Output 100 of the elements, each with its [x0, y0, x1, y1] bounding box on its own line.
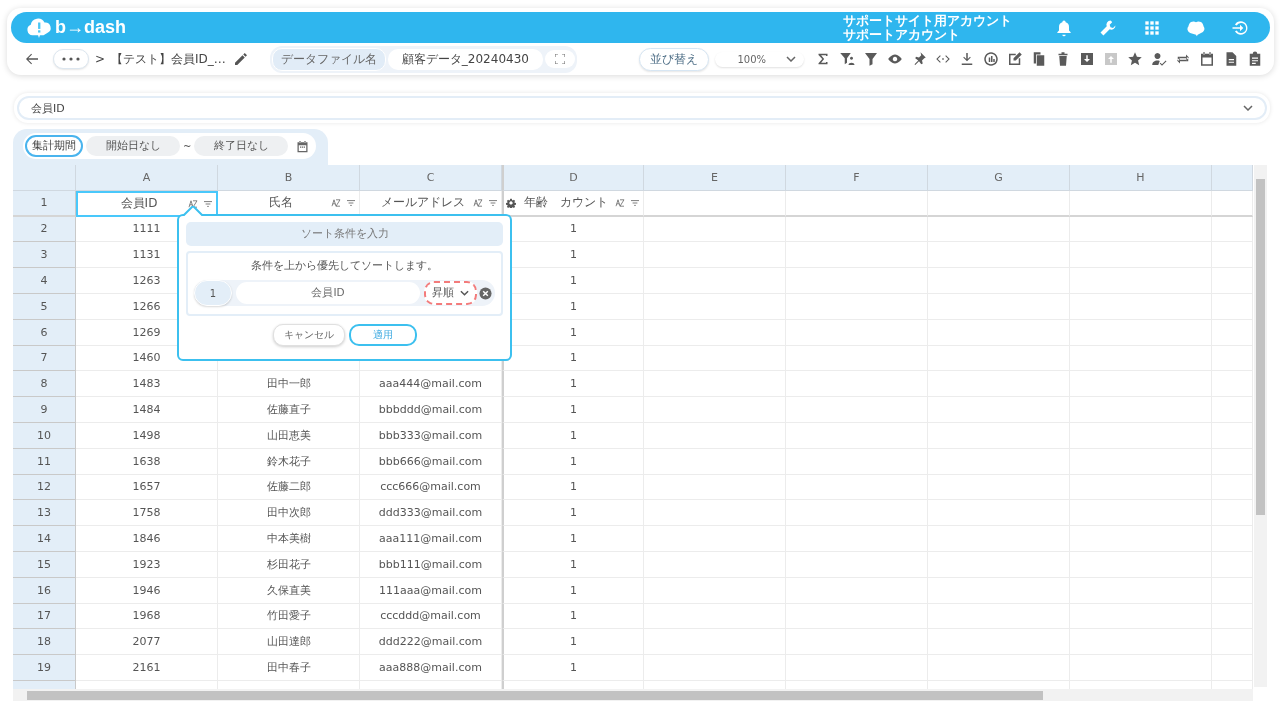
priority-number: 1 [194, 280, 232, 306]
table-cell: 山田恵美 [218, 422, 360, 449]
table-cell: 久保直美 [218, 577, 360, 604]
column-letter[interactable]: F [786, 165, 928, 191]
empty-cell[interactable] [928, 190, 1070, 217]
row-number: 1 [13, 190, 76, 217]
file-name-field[interactable]: 顧客データ_20240430 [387, 48, 543, 70]
fullscreen-button[interactable] [544, 50, 575, 68]
horizontal-scrollbar[interactable] [13, 689, 1253, 701]
field-select[interactable]: 会員ID [17, 96, 1267, 120]
calendar-icon[interactable] [1198, 50, 1216, 68]
column-header-text: 年齢 カウント [522, 194, 609, 212]
table-cell: 2077 [76, 629, 218, 656]
table-cell: aaa111@mail.com [360, 526, 502, 552]
row-number: 17 [13, 603, 76, 630]
start-date-field[interactable]: 開始日なし [86, 136, 180, 156]
chevron-down-icon [786, 56, 796, 62]
vertical-scrollbar[interactable] [1254, 165, 1267, 687]
row-number: 8 [13, 371, 76, 398]
empty-cell[interactable] [1070, 216, 1212, 243]
table-cell: 1 [502, 526, 644, 552]
row-number: 16 [13, 577, 76, 604]
dialog-description: 条件を上から優先してソートします。 [250, 259, 439, 273]
table-cell: 中本美樹 [218, 526, 360, 552]
empty-cell[interactable] [786, 190, 928, 217]
table-cell: bbb666@mail.com [360, 448, 502, 475]
empty-cell[interactable] [644, 216, 786, 243]
filter-icon[interactable] [862, 50, 880, 68]
row-number: 3 [13, 242, 76, 269]
order-select[interactable]: 昇順 [424, 281, 477, 305]
calendar-icon[interactable] [295, 138, 311, 154]
table-cell: 2161 [76, 655, 218, 681]
archive-download-icon[interactable] [1078, 50, 1096, 68]
cancel-button[interactable]: キャンセル [272, 324, 345, 346]
empty-cell[interactable] [644, 190, 786, 217]
user-check-icon[interactable] [1150, 50, 1168, 68]
sort-az-icon[interactable] [473, 198, 483, 207]
filter-lines-icon[interactable] [630, 198, 640, 207]
more-dots-icon [62, 57, 80, 61]
column-letter[interactable]: H [1070, 165, 1212, 191]
row-number: 7 [13, 345, 76, 372]
breadcrumb-separator: > [95, 52, 106, 66]
zoom-select[interactable]: 100% [715, 51, 804, 67]
empty-cell[interactable] [786, 216, 928, 243]
table-cell: 1923 [76, 551, 218, 578]
table-cell: bbb333@mail.com [360, 422, 502, 449]
more-button[interactable] [53, 49, 89, 69]
table-cell: 1946 [76, 577, 218, 604]
empty-cell[interactable] [928, 216, 1070, 243]
sort-field-select[interactable]: 会員ID [236, 282, 420, 304]
row-number: 13 [13, 500, 76, 527]
filter-person-icon[interactable] [838, 50, 856, 68]
gear-icon[interactable] [506, 197, 516, 208]
table-cell: 1 [502, 603, 644, 630]
column-letter[interactable]: C [360, 165, 502, 191]
table-cell: 1484 [76, 397, 218, 423]
table-cell: 佐藤二郎 [218, 474, 360, 501]
table-cell: 1 [502, 397, 644, 423]
table-cell: bbbddd@mail.com [360, 397, 502, 423]
empty-cell[interactable] [1070, 190, 1212, 217]
row-number: 15 [13, 551, 76, 578]
table-cell: ddd333@mail.com [360, 500, 502, 527]
breadcrumb-title[interactable]: 【テスト】会員ID_… [111, 50, 226, 68]
edit-icon[interactable] [1006, 50, 1024, 68]
archive-upload-icon[interactable] [1102, 50, 1120, 68]
table-cell: 111aaa@mail.com [360, 577, 502, 604]
table-cell: 佐藤直子 [218, 397, 360, 423]
column-letter[interactable]: D [502, 165, 644, 191]
table-cell: 1 [502, 422, 644, 449]
table-cell: 1 [502, 655, 644, 681]
remove-icon[interactable] [479, 286, 492, 300]
corner-cell[interactable] [13, 165, 76, 191]
column-header-text: 氏名 [267, 194, 294, 212]
column-letter[interactable]: B [218, 165, 360, 191]
table-cell: 1498 [76, 422, 218, 449]
sort-button[interactable]: 並び替え [639, 47, 710, 71]
table-cell: 1758 [76, 500, 218, 527]
table-cell: 田中春子 [218, 655, 360, 681]
column-letter[interactable]: G [928, 165, 1070, 191]
column-letter[interactable]: A [76, 165, 218, 191]
sort-az-icon[interactable] [615, 198, 625, 207]
table-cell: 1657 [76, 474, 218, 501]
filter-lines-icon[interactable] [488, 198, 498, 207]
row-number: 14 [13, 526, 76, 552]
filter-lines-icon[interactable] [346, 198, 356, 207]
column-letter[interactable]: E [644, 165, 786, 191]
end-date-field[interactable]: 終了日なし [194, 136, 289, 156]
empty-cell[interactable] [1212, 216, 1253, 243]
file-name-label: データファイル名 [271, 47, 386, 71]
table-cell: cccddd@mail.com [360, 603, 502, 630]
column-letter-cell[interactable] [1212, 165, 1253, 191]
table-cell: 鈴木花子 [218, 448, 360, 475]
chart-icon[interactable] [982, 50, 1000, 68]
sort-az-icon[interactable] [188, 199, 198, 208]
range-separator: ~ [183, 140, 192, 152]
sort-az-icon[interactable] [331, 198, 341, 207]
header-cell[interactable]: 年齢 カウント [502, 190, 644, 217]
filter-lines-icon[interactable] [203, 199, 213, 208]
cloud-logo-icon [25, 16, 53, 39]
star-icon[interactable] [1126, 50, 1144, 68]
